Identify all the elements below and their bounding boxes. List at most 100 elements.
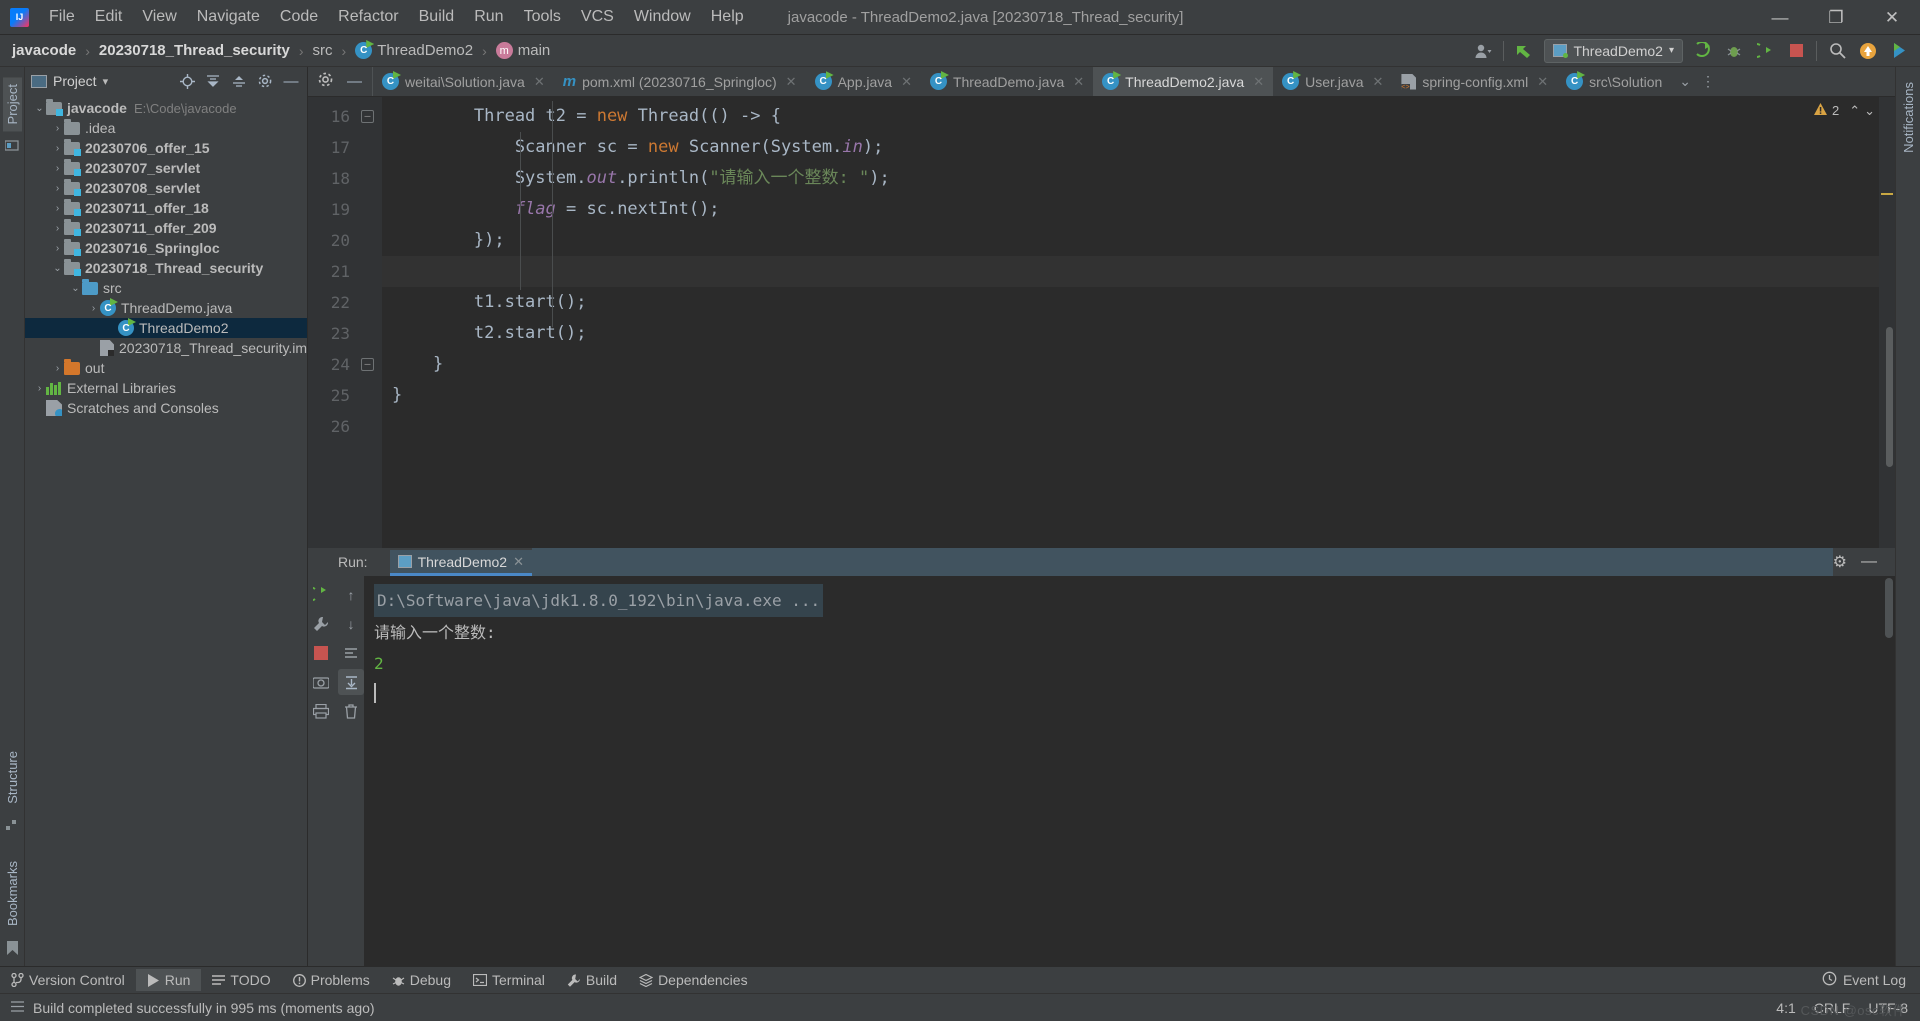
run-button[interactable] — [1692, 40, 1714, 62]
chevron-down-icon[interactable]: ⌄ — [51, 263, 64, 274]
expand-all-icon[interactable] — [203, 71, 223, 91]
editor-tab-weitai-solution-java[interactable]: weitai\Solution.java ✕ — [373, 67, 554, 96]
menu-help[interactable]: Help — [701, 4, 754, 30]
maximize-restore-button[interactable]: ❐ — [1808, 0, 1864, 35]
code-editor[interactable]: 16–17 18 19 20 21 22 23 24–25 26 Thread t2 = new… — [308, 97, 1895, 548]
code-line-23[interactable]: t2.start(); — [382, 318, 1879, 349]
breadcrumb-item-threaddemo2[interactable]: ThreadDemo2 — [355, 40, 473, 59]
chevron-right-icon[interactable]: › — [51, 123, 64, 134]
gutter-line-26[interactable]: 26 — [308, 411, 382, 442]
stop-icon[interactable] — [308, 640, 334, 666]
camera-icon[interactable] — [308, 669, 334, 695]
gutter-line-18[interactable]: 18 — [308, 163, 382, 194]
gutter-line-20[interactable]: 20 — [308, 225, 382, 256]
debug-button[interactable] — [1723, 40, 1745, 62]
menu-view[interactable]: View — [132, 4, 186, 30]
menu-build[interactable]: Build — [409, 4, 465, 30]
menu-vcs[interactable]: VCS — [571, 4, 624, 30]
chevron-right-icon[interactable]: › — [51, 203, 64, 214]
breadcrumb-item-javacode[interactable]: javacode — [12, 42, 76, 59]
editor-tab-spring-config-xml[interactable]: spring-config.xml ✕ — [1392, 67, 1557, 96]
align-icon[interactable] — [338, 640, 364, 666]
code-line-21[interactable] — [382, 256, 1879, 287]
bottom-tab-build[interactable]: Build — [556, 969, 628, 991]
tree-item-external-libraries[interactable]: › External Libraries — [25, 378, 307, 398]
editor-gutter[interactable]: 16–17 18 19 20 21 22 23 24–25 26 — [308, 97, 382, 548]
chevron-right-icon[interactable]: › — [87, 303, 100, 314]
gutter-line-16[interactable]: 16– — [308, 101, 382, 132]
menu-run[interactable]: Run — [464, 4, 513, 30]
rerun-icon[interactable] — [308, 582, 334, 608]
editor-tab-close-icon[interactable]: ✕ — [901, 74, 912, 90]
tree-item-threaddemo-java[interactable]: › ThreadDemo.java — [25, 298, 307, 318]
tree-item-20230708_servlet[interactable]: › 20230708_servlet — [25, 178, 307, 198]
breadcrumb-item-main[interactable]: main — [495, 42, 550, 59]
chevron-down-icon[interactable]: ⌄ — [33, 103, 46, 114]
code-line-24[interactable]: } — [382, 349, 1879, 380]
console-scrollbar[interactable] — [1885, 578, 1893, 638]
gutter-line-17[interactable]: 17 — [308, 132, 382, 163]
code-line-19[interactable]: flag = sc.nextInt(); — [382, 194, 1879, 225]
chevron-right-icon[interactable]: › — [51, 183, 64, 194]
settings-gear-icon[interactable] — [318, 72, 333, 92]
inspection-marker-bar[interactable] — [1879, 97, 1895, 548]
breadcrumb-item-src[interactable]: src — [313, 42, 333, 59]
editor-tab-pom-xml--20230716_springloc-[interactable]: m pom.xml (20230716_Springloc) ✕ — [554, 67, 806, 96]
tree-item-out[interactable]: › out — [25, 358, 307, 378]
tree-item-src[interactable]: ⌄ src — [25, 278, 307, 298]
bottom-tab-debug[interactable]: Debug — [381, 969, 462, 991]
delete-icon[interactable] — [338, 698, 364, 724]
chevron-right-icon[interactable]: › — [51, 143, 64, 154]
editor-tab-user-java[interactable]: User.java ✕ — [1273, 67, 1392, 96]
bottom-tab-terminal[interactable]: Terminal — [462, 969, 556, 991]
chevron-right-icon[interactable]: › — [33, 383, 46, 394]
inspection-widget[interactable]: 2 ⌃ ⌄ — [1813, 102, 1875, 119]
tree-item-20230706_offer_15[interactable]: › 20230706_offer_15 — [25, 138, 307, 158]
tree-item-20230711_offer_18[interactable]: › 20230711_offer_18 — [25, 198, 307, 218]
tab-list-chevron-icon[interactable]: ⌄ — [1679, 73, 1691, 90]
tab-more-menu-icon[interactable]: ⋮ — [1701, 73, 1715, 90]
menu-navigate[interactable]: Navigate — [187, 4, 270, 30]
editor-tab-threaddemo2-java[interactable]: ThreadDemo2.java ✕ — [1093, 67, 1274, 96]
code-content[interactable]: Thread t2 = new Thread(() -> { Scanner s… — [382, 97, 1879, 548]
breadcrumb-item-20230718_thread_security[interactable]: 20230718_Thread_security — [99, 42, 290, 59]
sidebar-item-bookmarks[interactable]: Bookmarks — [3, 854, 22, 933]
tree-item-20230711_offer_209[interactable]: › 20230711_offer_209 — [25, 218, 307, 238]
down-arrow-icon[interactable]: ↓ — [338, 611, 364, 637]
bottom-tab-dependencies[interactable]: Dependencies — [628, 969, 759, 991]
editor-tab-close-icon[interactable]: ✕ — [534, 74, 545, 90]
tree-item--idea[interactable]: › .idea — [25, 118, 307, 138]
gutter-line-24[interactable]: 24– — [308, 349, 382, 380]
gutter-line-25[interactable]: 25 — [308, 380, 382, 411]
code-line-20[interactable]: }); — [382, 225, 1879, 256]
caret-position[interactable]: 4:1 — [1776, 1000, 1795, 1016]
gutter-line-23[interactable]: 23 — [308, 318, 382, 349]
run-hide-icon[interactable]: — — [1861, 553, 1877, 571]
user-avatar-icon[interactable] — [1472, 40, 1494, 62]
code-line-18[interactable]: System.out.println("请输入一个整数: "); — [382, 163, 1879, 194]
run-tab-close-icon[interactable]: ✕ — [513, 554, 524, 570]
bottom-tab-run[interactable]: Run — [135, 969, 202, 991]
collapse-all-icon[interactable] — [229, 71, 249, 91]
editor-tab-close-icon[interactable]: ✕ — [1537, 74, 1548, 90]
editor-tab-close-icon[interactable]: ✕ — [1372, 74, 1383, 90]
run-tab-threaddemo2[interactable]: ThreadDemo2 ✕ — [389, 549, 533, 576]
tree-item-javacode[interactable]: ⌄ javacode E:\Code\javacode — [25, 98, 307, 118]
up-arrow-icon[interactable]: ↑ — [338, 582, 364, 608]
stop-button[interactable] — [1785, 40, 1807, 62]
menu-edit[interactable]: Edit — [85, 4, 133, 30]
menu-tools[interactable]: Tools — [514, 4, 571, 30]
next-problem-icon[interactable]: ⌄ — [1864, 103, 1875, 119]
code-fold-icon[interactable]: – — [361, 110, 374, 123]
menu-window[interactable]: Window — [624, 4, 701, 30]
chevron-down-icon[interactable]: ⌄ — [69, 283, 82, 294]
menu-code[interactable]: Code — [270, 4, 328, 30]
gutter-line-22[interactable]: 22 — [308, 287, 382, 318]
back-arrow-icon[interactable] — [1513, 40, 1535, 62]
project-settings-icon[interactable] — [255, 71, 275, 91]
run-configuration-selector[interactable]: ThreadDemo2 ▾ — [1544, 38, 1683, 63]
chevron-right-icon[interactable]: › — [51, 223, 64, 234]
menu-refactor[interactable]: Refactor — [328, 4, 408, 30]
sidebar-item-project[interactable]: Project — [2, 77, 22, 132]
editor-tab-close-icon[interactable]: ✕ — [1253, 74, 1264, 90]
